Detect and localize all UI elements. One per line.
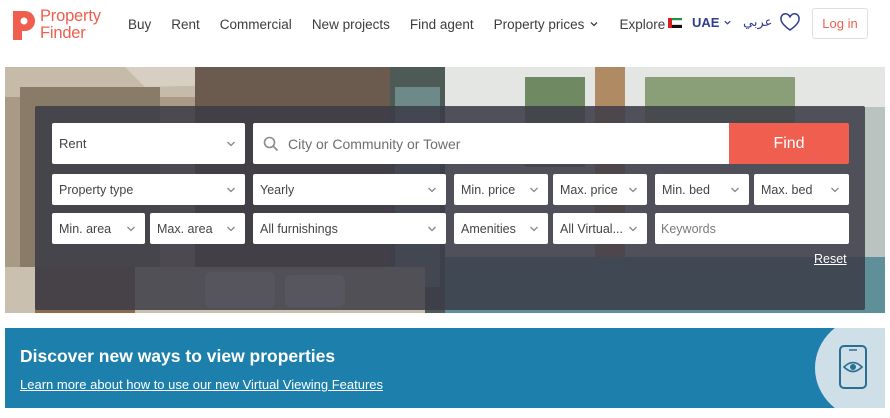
furnishings-value: All furnishings bbox=[260, 221, 338, 236]
uae-flag-icon bbox=[668, 17, 682, 28]
min-bed-value: Min. bed bbox=[662, 182, 710, 197]
chevron-down-icon bbox=[530, 187, 538, 193]
furnishings-select[interactable]: All furnishings bbox=[253, 213, 446, 244]
reset-link[interactable]: Reset bbox=[814, 252, 847, 266]
chevron-down-icon bbox=[831, 187, 839, 193]
logo-line-2: Finder bbox=[40, 24, 86, 42]
category-select[interactable]: Rent bbox=[52, 123, 245, 164]
chevron-down-icon bbox=[227, 226, 235, 232]
search-panel: Rent Find Property type Yearly Min. pric… bbox=[35, 106, 865, 310]
virtual-viewing-value: All Virtual... bbox=[560, 221, 623, 236]
login-button[interactable]: Log in bbox=[812, 8, 868, 39]
find-button[interactable]: Find bbox=[729, 123, 849, 164]
chevron-down-icon bbox=[428, 226, 436, 232]
amenities-value: Amenities bbox=[461, 221, 516, 236]
location-search[interactable] bbox=[253, 123, 729, 164]
country-label: UAE bbox=[692, 15, 720, 30]
nav-label: Property prices bbox=[493, 16, 585, 32]
property-type-select[interactable]: Property type bbox=[52, 174, 245, 205]
chevron-down-icon bbox=[227, 141, 235, 147]
virtual-viewing-select[interactable]: All Virtual... bbox=[553, 213, 647, 244]
min-bed-select[interactable]: Min. bed bbox=[655, 174, 749, 205]
logo-pin-icon bbox=[13, 11, 35, 40]
hero-section: Rent Find Property type Yearly Min. pric… bbox=[5, 67, 885, 313]
min-area-select[interactable]: Min. area bbox=[52, 213, 145, 244]
nav-item-new-projects[interactable]: New projects bbox=[312, 17, 390, 32]
min-area-value: Min. area bbox=[59, 221, 112, 236]
category-value: Rent bbox=[59, 136, 87, 151]
nav-item-commercial[interactable]: Commercial bbox=[220, 17, 292, 32]
nav-label: New projects bbox=[311, 16, 390, 32]
min-price-value: Min. price bbox=[461, 182, 516, 197]
logo-line-1: Property bbox=[40, 7, 101, 25]
heart-icon[interactable] bbox=[779, 12, 801, 34]
nav-label: Buy bbox=[128, 16, 152, 32]
max-area-value: Max. area bbox=[157, 221, 213, 236]
chevron-down-icon bbox=[724, 20, 732, 25]
location-input[interactable] bbox=[288, 135, 688, 152]
chevron-down-icon bbox=[731, 187, 739, 193]
amenities-select[interactable]: Amenities bbox=[454, 213, 548, 244]
banner-title: Discover new ways to view properties bbox=[20, 346, 336, 366]
max-area-select[interactable]: Max. area bbox=[150, 213, 245, 244]
chevron-down-icon bbox=[629, 187, 637, 193]
nav-label: Explore bbox=[619, 16, 666, 32]
rent-period-value: Yearly bbox=[260, 182, 295, 197]
chevron-down-icon bbox=[428, 187, 436, 193]
nav-item-rent[interactable]: Rent bbox=[171, 17, 200, 32]
max-bed-select[interactable]: Max. bed bbox=[754, 174, 849, 205]
chevron-down-icon bbox=[629, 226, 637, 232]
country-selector[interactable]: UAE bbox=[668, 15, 732, 30]
chevron-down-icon bbox=[127, 226, 135, 232]
min-price-select[interactable]: Min. price bbox=[454, 174, 548, 205]
site-header: Property Finder Buy Rent Commercial New … bbox=[0, 0, 890, 48]
main-nav: Buy Rent Commercial New projects Find ag… bbox=[128, 0, 700, 48]
nav-item-property-prices[interactable]: Property prices bbox=[494, 17, 600, 32]
nav-label: Rent bbox=[171, 16, 200, 32]
nav-label: Commercial bbox=[219, 16, 292, 32]
nav-label: Find agent bbox=[409, 16, 474, 32]
search-icon bbox=[263, 136, 279, 151]
max-price-select[interactable]: Max. price bbox=[553, 174, 647, 205]
rent-period-select[interactable]: Yearly bbox=[253, 174, 446, 205]
chevron-down-icon bbox=[590, 22, 598, 27]
phone-eye-icon bbox=[839, 345, 867, 389]
chevron-down-icon bbox=[227, 187, 235, 193]
language-switch[interactable]: عربي bbox=[743, 15, 772, 30]
keywords-field[interactable] bbox=[655, 213, 849, 244]
banner-link[interactable]: Learn more about how to use our new Virt… bbox=[20, 377, 383, 392]
nav-item-find-agent[interactable]: Find agent bbox=[410, 17, 474, 32]
virtual-viewing-banner: Discover new ways to view properties Lea… bbox=[5, 328, 885, 408]
logo[interactable]: Property Finder bbox=[10, 6, 110, 44]
max-bed-value: Max. bed bbox=[761, 182, 813, 197]
keywords-input[interactable] bbox=[661, 221, 841, 236]
chevron-down-icon bbox=[530, 226, 538, 232]
logo-text: Property Finder bbox=[40, 8, 101, 42]
max-price-value: Max. price bbox=[560, 182, 618, 197]
property-type-value: Property type bbox=[59, 182, 134, 197]
nav-item-buy[interactable]: Buy bbox=[128, 17, 151, 32]
